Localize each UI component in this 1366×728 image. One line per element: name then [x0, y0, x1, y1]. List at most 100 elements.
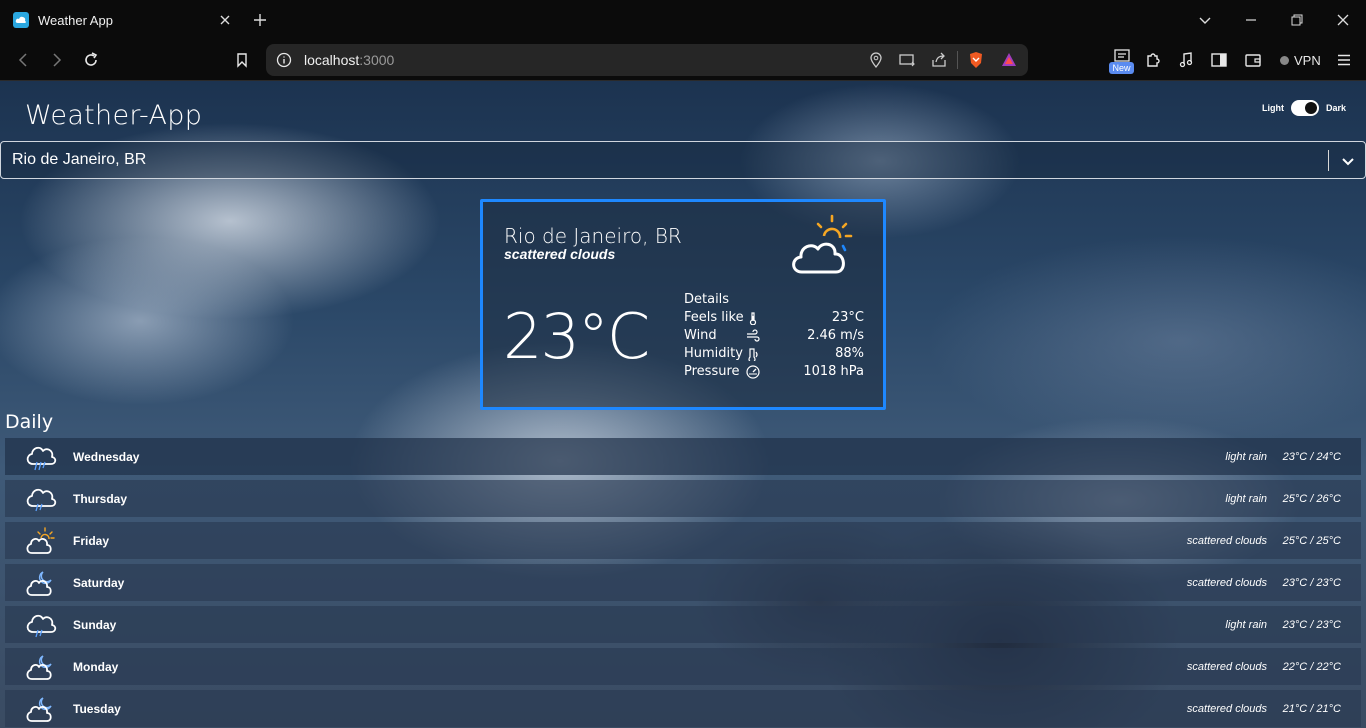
day-temperature-range: 21°C / 21°C — [1282, 703, 1341, 715]
rain-cloud-icon — [26, 446, 57, 471]
close-tab-icon[interactable] — [216, 11, 234, 29]
pressure-icon — [746, 365, 760, 379]
day-description: light rain — [1225, 493, 1267, 505]
chevron-down-icon[interactable] — [1338, 151, 1358, 171]
tab-title: Weather App — [38, 12, 113, 28]
weather-app-favicon-icon — [13, 12, 29, 28]
daily-row[interactable]: Friday scattered clouds 25°C / 25°C — [5, 522, 1361, 559]
detail-humidity: Humidity 88% — [684, 346, 864, 364]
daily-row[interactable]: Thursday light rain 25°C / 26°C — [5, 480, 1361, 517]
cast-icon[interactable] — [897, 50, 917, 70]
day-description: light rain — [1225, 619, 1267, 631]
city-select[interactable]: Rio de Janeiro, BR — [0, 141, 1366, 179]
detail-value: 2.46 m/s — [807, 328, 864, 343]
wind-icon — [747, 329, 760, 342]
vpn-label: VPN — [1294, 53, 1321, 68]
partly-cloudy-sun-icon — [26, 527, 55, 554]
reload-icon[interactable] — [81, 50, 101, 70]
window-close-icon[interactable] — [1333, 10, 1353, 30]
vpn-button[interactable]: VPN — [1280, 53, 1321, 68]
extensions-icon[interactable] — [1143, 50, 1163, 70]
location-icon[interactable] — [866, 50, 886, 70]
back-icon[interactable] — [13, 50, 33, 70]
browser-toolbar: localhost:3000 — [0, 40, 1366, 81]
details-panel: Details Feels like 23°C Wind 2.46 m/s Hu… — [684, 292, 864, 382]
detail-label: Wind — [684, 328, 717, 343]
switch-knob — [1305, 102, 1317, 114]
page-viewport: Weather-App Light Dark Rio de Janeiro, B… — [0, 81, 1366, 728]
share-icon[interactable] — [929, 50, 949, 70]
detail-wind: Wind 2.46 m/s — [684, 328, 864, 346]
daily-row[interactable]: Monday scattered clouds 22°C / 22°C — [5, 648, 1361, 685]
daily-forecast-list: Wednesday light rain 23°C / 24°C Thursda… — [5, 438, 1361, 728]
brave-shield-icon[interactable] — [966, 50, 986, 70]
brave-rewards-icon[interactable] — [999, 50, 1019, 70]
current-city: Rio de Janeiro, BR — [504, 224, 682, 248]
sidebar-icon[interactable] — [1209, 50, 1229, 70]
day-temperature-range: 25°C / 26°C — [1282, 493, 1341, 505]
detail-value: 1018 hPa — [803, 364, 864, 379]
rain-cloud-icon — [26, 488, 57, 512]
current-temperature: 23°C — [503, 300, 650, 373]
day-description: scattered clouds — [1186, 703, 1267, 715]
day-temperature-range: 23°C / 23°C — [1282, 619, 1341, 631]
current-weather-card: Rio de Janeiro, BR scattered clouds 23°C… — [480, 199, 886, 410]
browser-tab[interactable]: Weather App — [0, 0, 243, 40]
url-host: localhost — [304, 52, 360, 68]
wallet-icon[interactable] — [1243, 50, 1263, 70]
detail-value: 23°C — [831, 310, 864, 325]
urlbar-divider — [957, 51, 958, 69]
theme-toggle[interactable]: Light Dark — [1262, 100, 1346, 116]
partly-cloudy-sun-icon — [792, 214, 853, 274]
new-badge: New — [1109, 62, 1134, 74]
page-title: Weather-App — [25, 100, 203, 131]
select-separator — [1328, 150, 1329, 171]
detail-label: Feels like — [684, 310, 744, 325]
detail-pressure: Pressure 1018 hPa — [684, 364, 864, 382]
restore-icon[interactable] — [1287, 10, 1307, 30]
new-tab-icon[interactable] — [250, 10, 270, 30]
daily-row[interactable]: Wednesday light rain 23°C / 24°C — [5, 438, 1361, 475]
thermometer-icon — [749, 312, 757, 325]
browser-tabbar: Weather App — [0, 0, 1366, 40]
detail-label: Pressure — [684, 364, 740, 379]
day-name: Saturday — [73, 576, 125, 590]
details-title: Details — [684, 292, 730, 307]
address-bar[interactable]: localhost:3000 — [266, 44, 1028, 76]
day-description: light rain — [1225, 451, 1267, 463]
day-description: scattered clouds — [1186, 535, 1267, 547]
day-name: Monday — [73, 660, 119, 674]
day-description: scattered clouds — [1186, 661, 1267, 673]
theme-light-label: Light — [1262, 103, 1284, 113]
partly-cloudy-night-icon — [26, 697, 52, 722]
city-select-value[interactable]: Rio de Janeiro, BR — [12, 151, 146, 169]
day-temperature-range: 25°C / 25°C — [1282, 535, 1341, 547]
day-description: scattered clouds — [1186, 577, 1267, 589]
rain-cloud-icon — [26, 614, 57, 638]
theme-switch[interactable] — [1291, 100, 1319, 116]
partly-cloudy-night-icon — [26, 571, 52, 596]
menu-icon[interactable] — [1334, 50, 1354, 70]
daily-row[interactable]: Sunday light rain 23°C / 23°C — [5, 606, 1361, 643]
detail-value: 88% — [835, 346, 864, 361]
url-port: :3000 — [359, 52, 395, 68]
day-name: Wednesday — [73, 450, 140, 464]
partly-cloudy-night-icon — [26, 655, 52, 680]
detail-feels-like: Feels like 23°C — [684, 310, 864, 328]
media-icon[interactable] — [1176, 50, 1196, 70]
day-temperature-range: 22°C / 22°C — [1282, 661, 1341, 673]
vpn-status-icon — [1280, 56, 1289, 65]
day-name: Tuesday — [73, 702, 121, 716]
minimize-icon[interactable] — [1241, 10, 1261, 30]
tab-search-chevron-icon[interactable] — [1195, 10, 1215, 30]
url-text[interactable]: localhost:3000 — [304, 52, 394, 68]
daily-row[interactable]: Tuesday scattered clouds 21°C / 21°C — [5, 690, 1361, 727]
info-icon[interactable] — [276, 52, 292, 68]
forward-icon[interactable] — [47, 50, 67, 70]
day-name: Thursday — [73, 492, 128, 506]
day-temperature-range: 23°C / 24°C — [1282, 451, 1341, 463]
detail-label: Humidity — [684, 346, 743, 361]
bookmark-icon[interactable] — [232, 50, 252, 70]
daily-row[interactable]: Saturday scattered clouds 23°C / 23°C — [5, 564, 1361, 601]
day-name: Friday — [73, 534, 110, 548]
